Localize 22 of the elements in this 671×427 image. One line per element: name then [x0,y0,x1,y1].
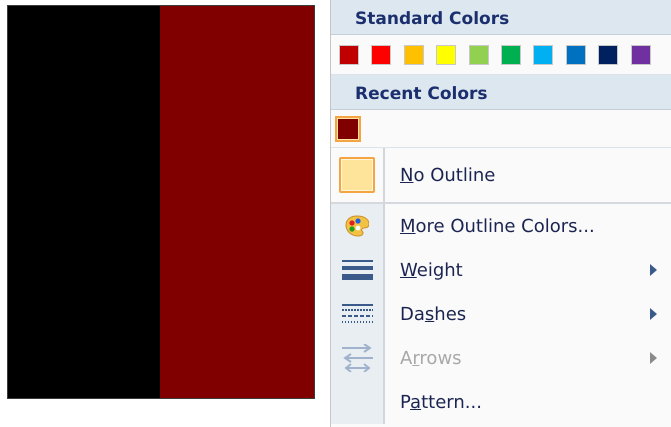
color-swatch[interactable] [598,44,618,64]
color-swatch[interactable] [339,44,359,64]
color-swatch[interactable] [371,44,392,64]
no-outline-icon [339,157,375,193]
menu-item[interactable]: No Outline [400,164,496,186]
line-weight-icon [342,260,372,280]
color-swatch[interactable] [533,44,554,64]
dash-style-icon [342,304,372,324]
color-swatch[interactable] [468,44,489,64]
palette-icon [345,215,369,237]
menu-item[interactable]: Weight [400,260,463,280]
section-header: Standard Colors [331,0,671,35]
menu-item[interactable]: More Outline Colors... [400,216,595,236]
menu-item[interactable]: Dashes [400,304,466,324]
color-swatch[interactable] [566,44,586,64]
color-swatch[interactable] [404,44,424,64]
color-swatch[interactable] [436,44,456,64]
color-swatch[interactable] [630,44,651,64]
color-swatch[interactable] [337,118,359,140]
section-header: Recent Colors [331,75,671,110]
menu-item[interactable]: Pattern... [400,392,482,412]
color-swatch[interactable] [500,44,521,64]
